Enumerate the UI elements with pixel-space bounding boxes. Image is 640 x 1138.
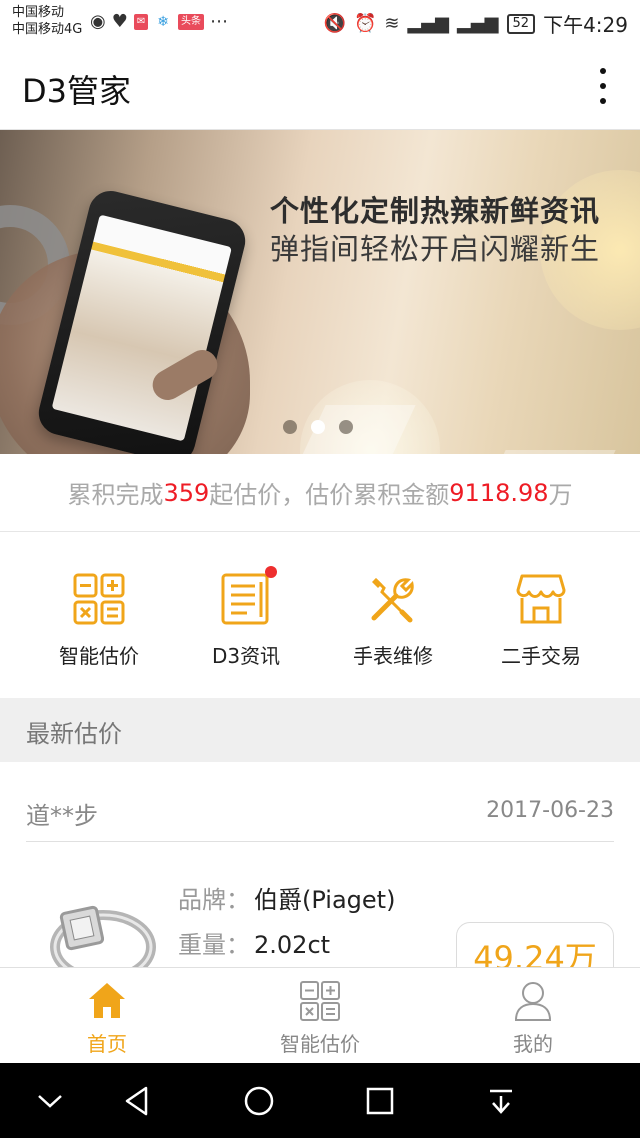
weibo-icon: ◉: [90, 11, 106, 32]
app-title: D3管家: [22, 72, 132, 110]
back-button[interactable]: [122, 1085, 154, 1117]
more-vertical-icon: [600, 68, 606, 74]
menu-item-valuation[interactable]: 智能估价: [19, 572, 179, 669]
tab-profile[interactable]: 我的: [463, 980, 603, 1057]
tab-label: 智能估价: [280, 1032, 360, 1056]
weight-field: 重量： 2.02ct: [178, 925, 330, 960]
system-status: 🔇 ⏰ ≋ ▂▄▆ ▂▄▆ 52 下午4:29: [324, 9, 628, 38]
menu-item-label: D3资讯: [211, 644, 281, 668]
latest-section-header: 最新估价: [0, 698, 640, 762]
more-vertical-icon-dot: [600, 83, 606, 89]
recents-button[interactable]: [364, 1085, 396, 1117]
shop-icon: [514, 572, 568, 626]
menu-item-label: 智能估价: [59, 644, 139, 668]
stats-prefix: 累积完成: [67, 481, 164, 509]
valuation-record[interactable]: 品牌： 伯爵(Piaget) 重量： 2.02ct 49.24万: [0, 842, 640, 967]
signal-icon: ▂▄▆: [407, 12, 449, 34]
signal-4g-icon: ▂▄▆: [457, 12, 499, 34]
notification-shade-button[interactable]: [485, 1085, 517, 1117]
carousel-indicator: [283, 420, 353, 434]
tab-home[interactable]: 首页: [37, 980, 177, 1057]
record-user: 道**步: [26, 802, 98, 830]
toutiao-icon: 头条: [177, 14, 204, 30]
app-notification-icon: ✉: [133, 14, 149, 30]
home-icon: [86, 980, 128, 1022]
menu-item-news[interactable]: D3资讯: [166, 566, 326, 669]
banner-headline: 个性化定制热辣新鲜资讯: [270, 194, 601, 228]
news-icon: [219, 566, 277, 626]
more-notifications-icon: ⋯: [209, 11, 228, 32]
home-button[interactable]: [243, 1085, 275, 1117]
tab-label: 我的: [513, 1032, 553, 1056]
menu-item-trade[interactable]: 二手交易: [461, 572, 621, 669]
status-bar: 中国移动 中国移动4G ◉ ♥ ✉ ❄ 头条 ⋯ 🔇 ⏰ ≋ ▂▄▆ ▂▄▆ 5…: [0, 0, 640, 42]
quick-menu: 智能估价 D3资讯 手表维修 二手交易: [0, 532, 640, 698]
more-options-button[interactable]: [596, 68, 610, 104]
banner-subheadline: 弹指间轻松开启闪耀新生: [270, 232, 601, 266]
carrier-secondary: 中国移动4G: [12, 22, 83, 37]
ring-image: [48, 892, 158, 967]
person-icon: [512, 980, 554, 1022]
carrier-primary: 中国移动: [12, 5, 65, 20]
menu-item-label: 手表维修: [353, 644, 433, 668]
record-date: 2017-06-23: [486, 798, 614, 823]
home-circle-icon: [244, 1086, 274, 1116]
battery-indicator: 52: [506, 13, 536, 34]
hide-nav-button[interactable]: [34, 1085, 66, 1117]
brand-field: 品牌： 伯爵(Piaget): [178, 880, 395, 915]
recents-square-icon: [366, 1087, 394, 1115]
carousel-dot[interactable]: [339, 420, 353, 434]
notification-dot: [265, 566, 277, 578]
carrier-info: 中国移动 中国移动4G: [12, 4, 82, 38]
price-badge: 49.24万: [456, 922, 614, 967]
system-navigation-bar: [0, 1063, 640, 1138]
menu-item-repair[interactable]: 手表维修: [313, 572, 473, 669]
notification-icons: ◉ ♥ ✉ ❄ 头条 ⋯: [90, 12, 228, 32]
bottom-tab-bar: 首页 智能估价 我的: [0, 967, 640, 1063]
heartbeat-icon: ♥: [111, 11, 128, 32]
stats-amount: 9118.98: [449, 478, 549, 507]
tools-icon: [366, 572, 420, 626]
stats-count: 359: [163, 478, 210, 507]
clock: 下午4:29: [543, 13, 628, 37]
weight-value: 2.02ct: [254, 931, 331, 959]
wifi-icon: ≋: [384, 12, 400, 34]
alarm-icon: ⏰: [353, 12, 377, 34]
snowflake-icon: ❄: [154, 14, 172, 30]
more-vertical-icon-dot: [600, 98, 606, 104]
pull-down-icon: [490, 1089, 512, 1114]
brand-value: 伯爵(Piaget): [254, 886, 396, 914]
brand-label: 品牌：: [178, 886, 250, 914]
weight-label: 重量：: [178, 931, 250, 959]
valuation-stats: 累积完成 359 起估价，估价累积金额 9118.98 万: [0, 454, 640, 532]
tab-valuation[interactable]: 智能估价: [250, 980, 390, 1057]
banner-carousel[interactable]: 个性化定制热辣新鲜资讯 弹指间轻松开启闪耀新生: [0, 130, 640, 454]
stats-middle: 起估价，估价累积金额: [209, 481, 450, 509]
valuation-record-header[interactable]: 道**步 2017-06-23: [0, 762, 640, 842]
calculator-icon: [299, 980, 341, 1022]
section-title: 最新估价: [26, 720, 122, 748]
menu-item-label: 二手交易: [501, 644, 581, 668]
tab-label: 首页: [87, 1032, 127, 1056]
back-triangle-icon: [125, 1086, 148, 1116]
carousel-dot-active[interactable]: [311, 420, 325, 434]
mute-icon: 🔇: [323, 12, 346, 34]
app-bar: D3管家: [0, 42, 640, 130]
stats-suffix: 万: [548, 481, 573, 509]
carousel-dot[interactable]: [283, 420, 297, 434]
calculator-icon: [72, 572, 126, 626]
chevron-down-icon: [38, 1095, 62, 1108]
